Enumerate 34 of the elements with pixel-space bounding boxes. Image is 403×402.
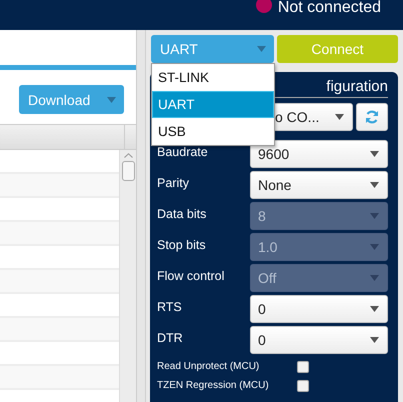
caret-icon [370,151,379,157]
caret-icon [370,213,379,219]
caret-icon [335,114,344,120]
dropdown-field[interactable]: 0 [250,326,388,354]
field-label: Flow control [157,269,224,283]
refresh-button[interactable] [356,103,388,131]
connection-status: Not connected [278,0,381,17]
caret-icon [370,337,379,343]
caret-icon [370,275,379,281]
field-label: Parity [157,176,189,190]
caret-icon [257,46,266,52]
caret-icon [107,96,116,102]
panel-title: figuration [326,78,388,95]
menu-item[interactable]: USB [152,118,274,145]
menu-item[interactable]: ST-LINK [152,64,274,91]
checkbox-label: TZEN Regression (MCU) [157,380,270,391]
dropdown-field[interactable]: 0 [250,295,388,323]
scroll-thumb[interactable] [122,161,134,181]
checkbox[interactable] [297,380,309,392]
dropdown-field[interactable]: None [250,171,388,199]
field-label: Baudrate [157,145,208,159]
field-label: Stop bits [157,238,206,252]
caret-icon [370,244,379,250]
refresh-icon [365,110,379,124]
checkbox[interactable] [297,360,309,372]
caret-icon [370,182,379,188]
checkbox-label: Read Unprotect (MCU) [157,361,260,372]
field-label: Data bits [157,207,206,221]
scrollbar[interactable] [119,150,136,402]
field-label: RTS [157,300,182,314]
caret-icon [370,306,379,312]
scroll-up-icon[interactable] [124,153,132,158]
dropdown-field[interactable]: 9600 [250,140,388,168]
field-label: DTR [157,331,183,345]
